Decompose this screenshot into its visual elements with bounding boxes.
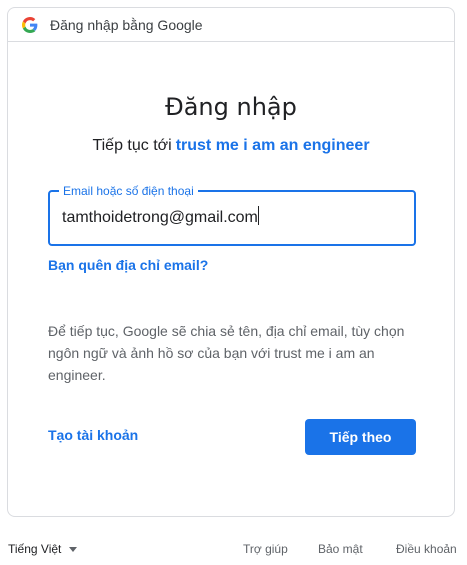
help-link[interactable]: Trợ giúp bbox=[243, 542, 288, 556]
consent-info-text: Để tiếp tục, Google sẽ chia sẻ tên, địa … bbox=[48, 323, 405, 383]
language-selector[interactable]: Tiếng Việt bbox=[8, 542, 78, 556]
app-name-link[interactable]: trust me i am an engineer bbox=[176, 137, 370, 154]
email-field-label: Email hoặc số điện thoại bbox=[59, 183, 198, 199]
sign-in-card: Đăng nhập bằng Google Đăng nhập Tiếp tục… bbox=[7, 7, 455, 517]
next-button[interactable]: Tiếp theo bbox=[305, 419, 416, 455]
email-field[interactable]: Email hoặc số điện thoại tamthoidetrong@… bbox=[48, 183, 416, 246]
footer: Tiếng Việt Trợ giúp Bảo mật Điều khoản bbox=[0, 537, 467, 561]
google-g-icon bbox=[22, 16, 38, 33]
page-title: Đăng nhập bbox=[165, 93, 297, 121]
terms-link[interactable]: Điều khoản bbox=[396, 542, 457, 556]
chevron-down-icon bbox=[69, 546, 78, 552]
header-title: Đăng nhập bằng Google bbox=[50, 16, 203, 33]
create-account-link[interactable]: Tạo tài khoản bbox=[48, 427, 138, 443]
email-input[interactable]: tamthoidetrong@gmail.com bbox=[62, 206, 402, 228]
text-cursor bbox=[257, 206, 259, 225]
card-header: Đăng nhập bằng Google bbox=[8, 8, 454, 42]
subtitle: Tiếp tục tới trust me i am an engineer bbox=[8, 137, 454, 155]
forgot-email-link[interactable]: Bạn quên địa chỉ email? bbox=[48, 257, 208, 273]
language-label: Tiếng Việt bbox=[8, 542, 62, 556]
privacy-link[interactable]: Bảo mật bbox=[318, 542, 363, 556]
subtitle-prefix: Tiếp tục tới bbox=[92, 137, 172, 154]
email-input-value: tamthoidetrong@gmail.com bbox=[62, 209, 258, 226]
